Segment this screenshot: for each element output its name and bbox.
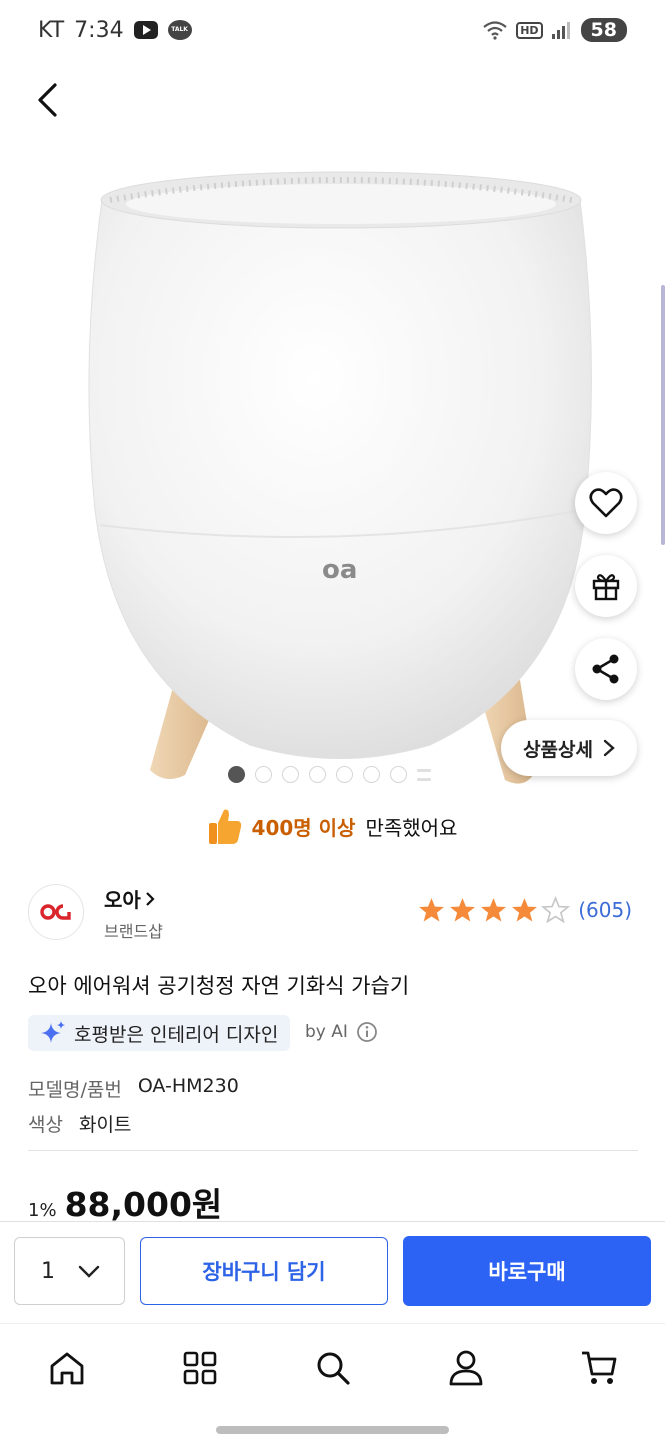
status-right: HD 58 [482, 18, 627, 42]
brand-shop-label: 브랜드샵 [104, 922, 163, 941]
wishlist-button[interactable] [575, 472, 637, 534]
carousel-dot[interactable] [309, 766, 326, 783]
star-rating [417, 896, 571, 924]
carousel-dot[interactable] [363, 766, 380, 783]
nav-category[interactable] [178, 1346, 222, 1390]
product-image: oa [88, 171, 592, 784]
carousel-pagination [228, 766, 431, 783]
spec-color: 색상 화이트 [28, 1110, 131, 1137]
spec-model: 모델명/품번 OA-HM230 [28, 1075, 239, 1102]
carousel-dot[interactable] [336, 766, 353, 783]
youtube-notification-icon [133, 21, 158, 39]
status-bar: KT 7:34 TALK HD 58 [0, 0, 665, 60]
ai-summary-badge: 호평받은 인테리어 디자인 [28, 1015, 291, 1051]
bottom-navigation [0, 1323, 665, 1440]
my-page-icon [449, 1350, 483, 1386]
home-indicator[interactable] [216, 1426, 449, 1434]
satisfaction-text: 만족했어요 [365, 815, 458, 840]
star-filled-icon [512, 898, 538, 922]
chevron-down-icon [78, 1265, 100, 1278]
carousel-dot[interactable] [390, 766, 407, 783]
buy-now-button[interactable]: 바로구매 [403, 1236, 651, 1306]
home-icon [50, 1352, 84, 1385]
nav-search[interactable] [311, 1346, 355, 1390]
product-detail-label: 상품상세 [523, 738, 593, 761]
price: 88,000원 [64, 1185, 223, 1224]
product-image-carousel[interactable]: oa 상품상세 [0, 60, 665, 800]
category-grid-icon [183, 1351, 217, 1385]
star-empty-icon [541, 896, 571, 924]
search-icon [317, 1352, 350, 1385]
oa-logo-icon [40, 904, 71, 920]
spec-label: 색상 [28, 1114, 63, 1136]
kakaotalk-notification-icon: TALK [167, 20, 192, 40]
share-button[interactable] [575, 638, 637, 700]
review-count[interactable]: (605) [578, 898, 632, 922]
clock: 7:34 [74, 17, 124, 43]
nav-my-page[interactable] [444, 1346, 488, 1390]
chevron-right-icon [603, 739, 615, 757]
carousel-more-indicator [417, 768, 431, 781]
divider [28, 1150, 638, 1151]
share-icon [592, 654, 619, 684]
price-row: 1% 88,000원 [28, 1178, 222, 1226]
thumbs-up-icon [208, 809, 241, 844]
svg-text:oa: oa [322, 555, 357, 585]
product-detail-button[interactable]: 상품상세 [501, 720, 637, 776]
by-ai-label: by AI [305, 1022, 348, 1042]
spec-value: 화이트 [78, 1114, 132, 1136]
gift-button[interactable] [575, 555, 637, 617]
signal-icon [551, 22, 570, 39]
brand-logo[interactable] [28, 884, 84, 940]
sparkle-icon [41, 1021, 65, 1043]
chevron-left-icon [38, 83, 57, 117]
spec-value: OA-HM230 [137, 1075, 239, 1097]
satisfaction-banner: 400명 이상 만족했어요 [0, 800, 665, 852]
carousel-dot[interactable] [282, 766, 299, 783]
heart-icon [589, 488, 623, 518]
brand-row: 오아 브랜드샵 (605) [28, 884, 638, 944]
carousel-dot[interactable] [255, 766, 272, 783]
scroll-indicator [661, 285, 665, 545]
chevron-right-icon [146, 891, 155, 906]
nav-cart[interactable] [577, 1346, 621, 1390]
brand-name: 오아 [104, 888, 141, 912]
ai-summary-text: 호평받은 인테리어 디자인 [74, 1023, 279, 1046]
brand-link[interactable]: 오아 [104, 884, 155, 913]
product-title: 오아 에어워셔 공기청정 자연 기화식 가습기 [28, 974, 410, 998]
nav-home[interactable] [45, 1346, 89, 1390]
battery-indicator: 58 [580, 18, 627, 42]
purchase-bar: 1 장바구니 담기 바로구매 [0, 1221, 665, 1323]
quantity-value: 1 [41, 1258, 55, 1284]
rating[interactable]: (605) [417, 896, 632, 924]
star-filled-icon [419, 898, 445, 922]
cart-icon [582, 1351, 617, 1384]
star-filled-icon [481, 898, 507, 922]
hd-voice-icon: HD [516, 21, 543, 39]
carrier-label: KT [38, 17, 65, 43]
by-ai-info[interactable]: by AI [305, 1021, 378, 1043]
carousel-dot[interactable] [228, 766, 245, 783]
status-left: KT 7:34 TALK [38, 18, 192, 43]
discount-rate: 1% [28, 1200, 57, 1221]
gift-icon [592, 574, 620, 601]
satisfaction-count: 400명 이상 [251, 815, 356, 840]
star-filled-icon [450, 898, 476, 922]
back-button[interactable] [26, 78, 70, 122]
info-icon [357, 1022, 377, 1042]
quantity-select[interactable]: 1 [14, 1237, 125, 1305]
spec-label: 모델명/품번 [28, 1079, 122, 1101]
wifi-icon [483, 21, 507, 40]
add-to-cart-button[interactable]: 장바구니 담기 [140, 1237, 388, 1305]
